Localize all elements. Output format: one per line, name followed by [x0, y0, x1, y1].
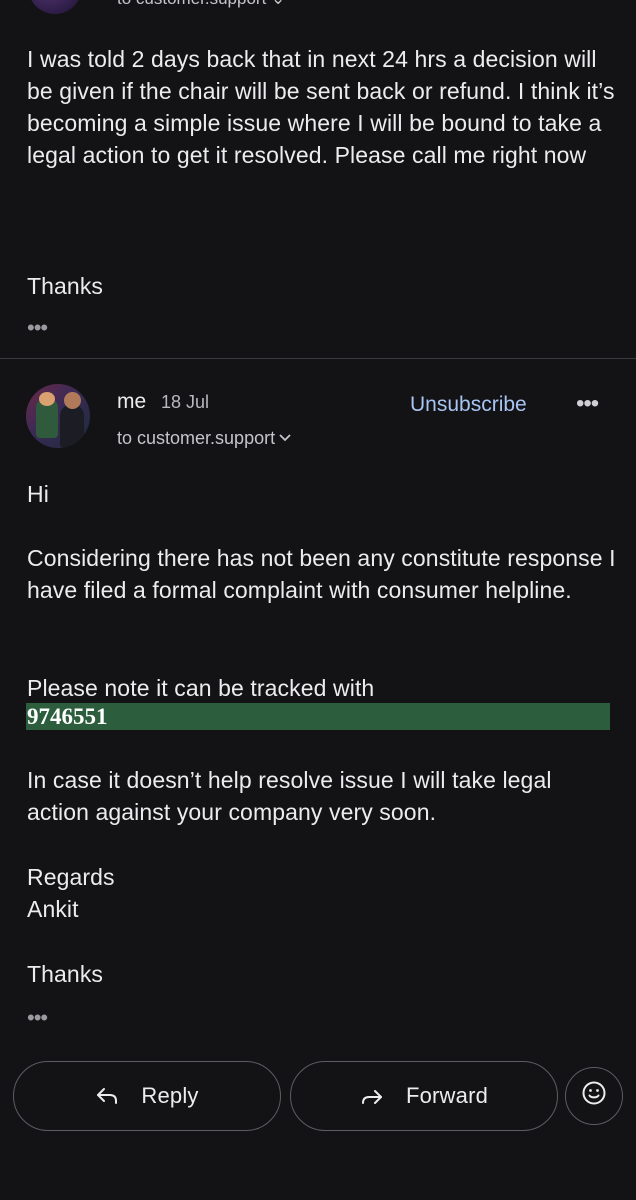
emoji-reaction-button[interactable] [565, 1067, 623, 1125]
reply-icon [95, 1087, 119, 1105]
closing-line: Thanks [27, 961, 104, 987]
forward-icon [360, 1087, 384, 1105]
chevron-down-icon[interactable] [279, 429, 291, 445]
regards-line: Regards [27, 864, 115, 890]
sender-name[interactable]: me [117, 390, 146, 414]
body-paragraph-1: Considering there has not been any const… [27, 545, 616, 603]
tracking-highlight [26, 703, 610, 730]
more-options-icon[interactable]: ••• [576, 392, 599, 416]
recipient-label: to customer.support [117, 428, 276, 448]
previous-recipient-line[interactable]: to customer.support ⌄ [117, 0, 285, 9]
smiley-icon [581, 1080, 607, 1112]
tracking-number: 9746551 [27, 704, 108, 729]
reply-label: Reply [141, 1083, 199, 1108]
signature-name: Ankit [27, 896, 79, 922]
recipient-line[interactable]: to customer.support [117, 428, 291, 449]
message-divider [0, 358, 636, 359]
previous-message-header: to customer.support ⌄ [0, 0, 636, 22]
tracking-intro: Please note it can be tracked with [27, 675, 375, 701]
forward-button[interactable]: Forward [290, 1061, 558, 1131]
previous-message-body: I was told 2 days back that in next 24 h… [27, 46, 615, 168]
show-trimmed-content-button-2[interactable]: ••• [27, 1007, 48, 1029]
unsubscribe-button[interactable]: Unsubscribe [410, 393, 527, 417]
avatar[interactable] [26, 384, 90, 448]
previous-sender-avatar [28, 0, 82, 14]
reply-button[interactable]: Reply [13, 1061, 281, 1131]
greeting: Hi [27, 481, 49, 507]
forward-label: Forward [405, 1083, 489, 1108]
previous-message-closing: Thanks [27, 273, 104, 299]
body-paragraph-2: In case it doesn’t help resolve issue I … [27, 767, 552, 825]
message-date: 18 Jul [161, 392, 210, 412]
show-trimmed-content-button[interactable]: ••• [27, 317, 48, 339]
